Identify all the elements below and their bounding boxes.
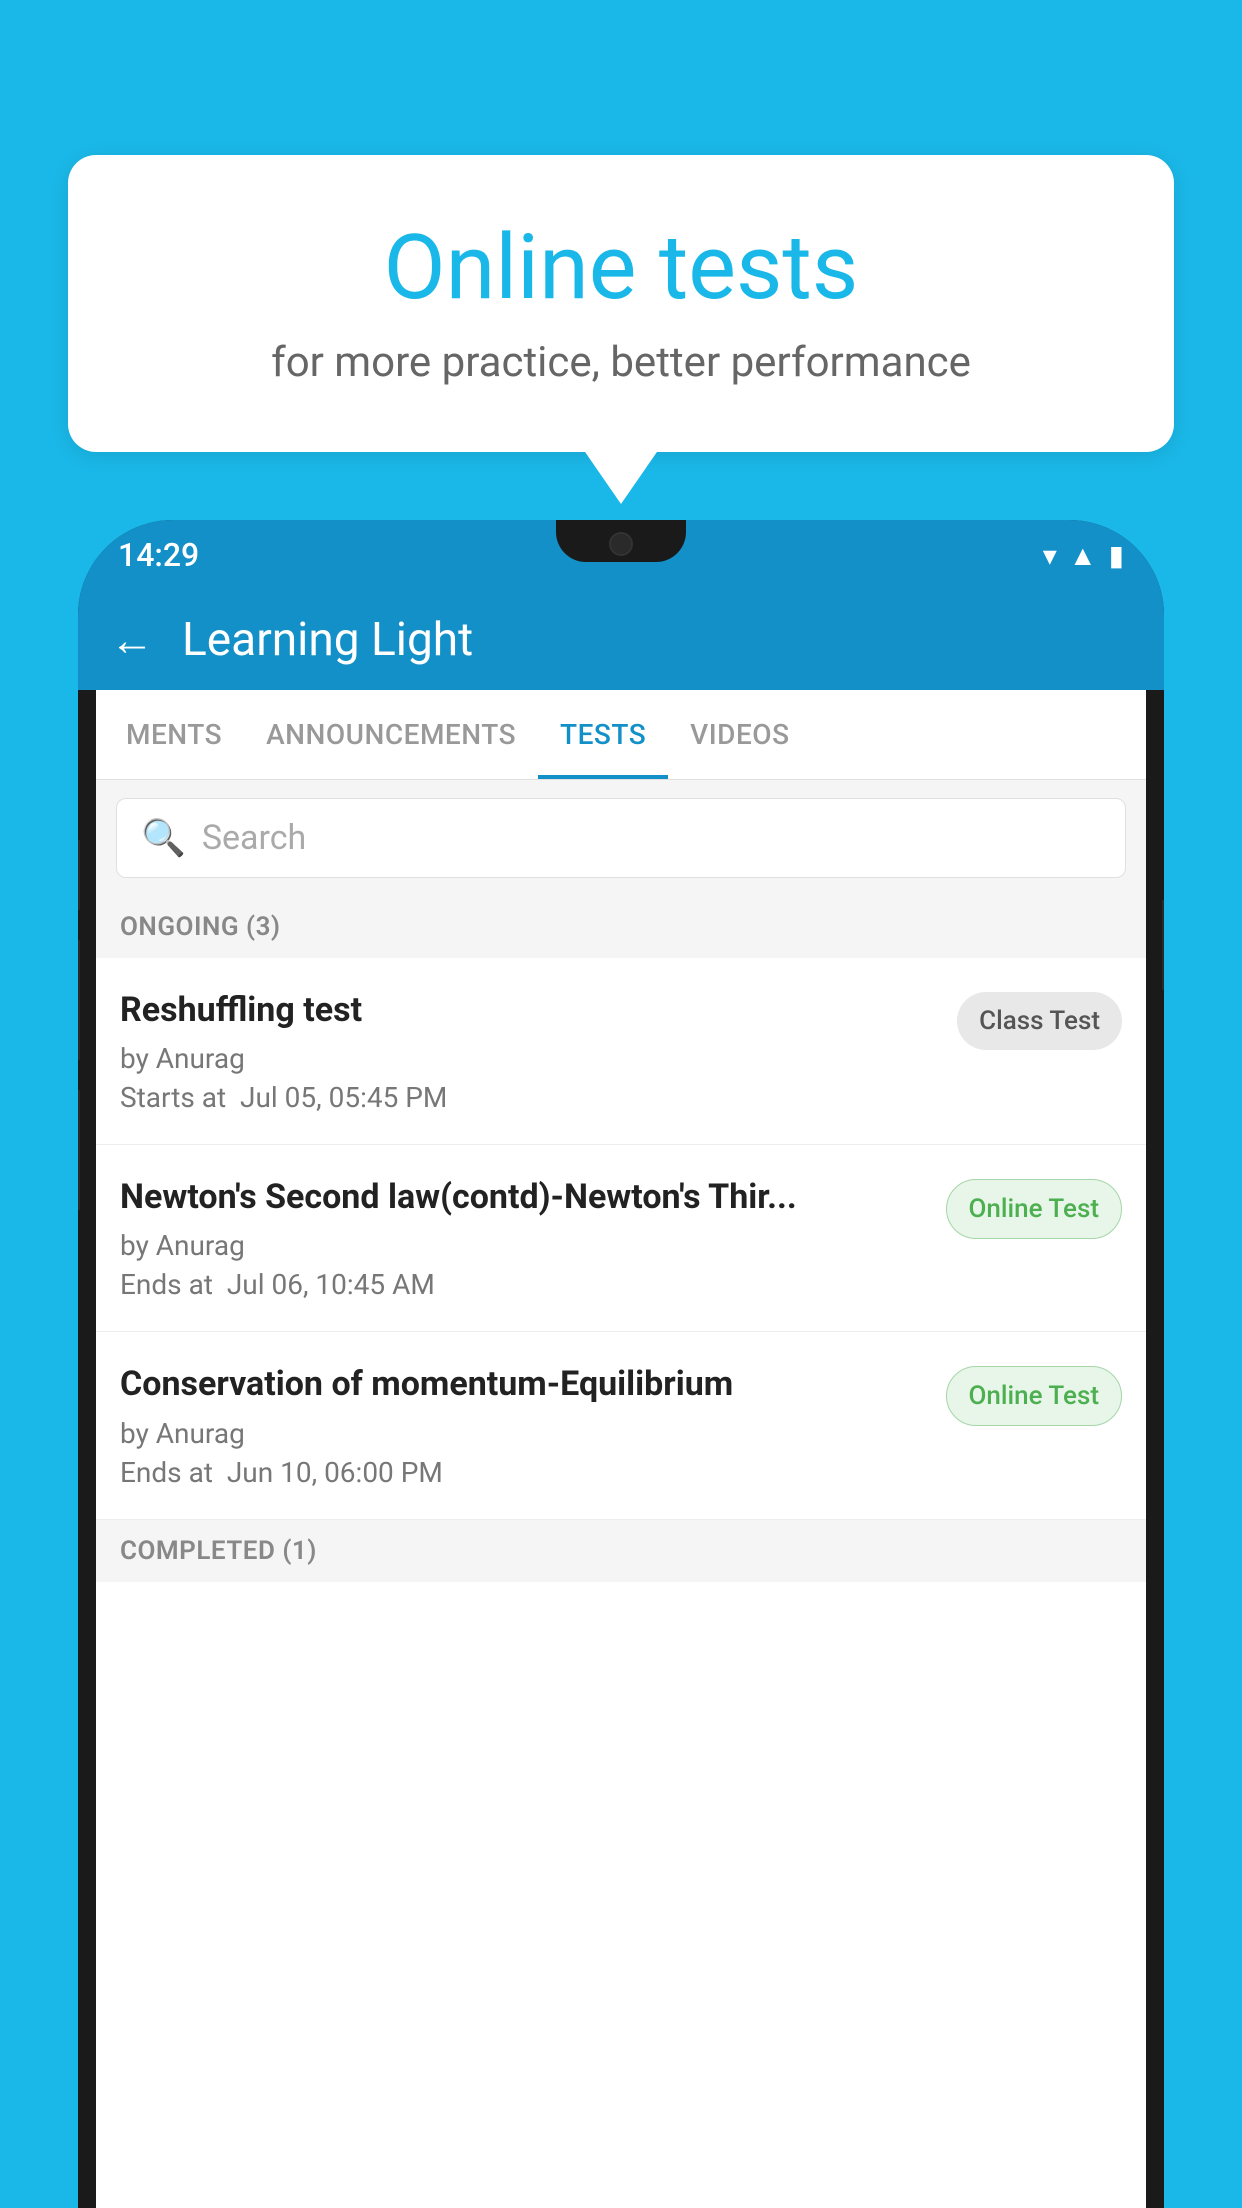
completed-section-label: COMPLETED (1) xyxy=(96,1520,1146,1582)
search-placeholder: Search xyxy=(202,818,306,858)
test-item[interactable]: Conservation of momentum-Equilibrium by … xyxy=(96,1332,1146,1519)
front-camera xyxy=(609,532,633,556)
app-header: ← Learning Light xyxy=(78,590,1164,690)
volume-up-button xyxy=(78,840,80,910)
app-title: Learning Light xyxy=(182,613,473,667)
bubble-subtitle: for more practice, better performance xyxy=(118,338,1124,387)
bubble-title: Online tests xyxy=(118,215,1124,320)
test-item[interactable]: Reshuffling test by Anurag Starts at Jul… xyxy=(96,958,1146,1145)
class-test-badge: Class Test xyxy=(957,992,1122,1050)
ongoing-section-label: ONGOING (3) xyxy=(96,896,1146,958)
back-button[interactable]: ← xyxy=(110,614,154,666)
speech-bubble: Online tests for more practice, better p… xyxy=(68,155,1174,452)
test-name: Conservation of momentum-Equilibrium xyxy=(120,1362,926,1406)
tab-tests[interactable]: TESTS xyxy=(538,690,668,779)
test-date: Starts at Jul 05, 05:45 PM xyxy=(120,1081,937,1114)
test-date: Ends at Jul 06, 10:45 AM xyxy=(120,1268,926,1301)
volume-down-button xyxy=(78,940,80,1060)
status-time: 14:29 xyxy=(118,536,199,574)
battery-icon: ▮ xyxy=(1109,539,1124,572)
silent-button xyxy=(78,1090,80,1210)
phone-frame: 14:29 ▾ ▲ ▮ ← Learning Light MENTS ANNOU… xyxy=(78,520,1164,2208)
search-container: 🔍 Search xyxy=(96,780,1146,896)
test-info: Reshuffling test by Anurag Starts at Jul… xyxy=(120,988,957,1114)
wifi-icon: ▾ xyxy=(1043,539,1057,572)
tab-announcements[interactable]: ANNOUNCEMENTS xyxy=(244,690,538,779)
signal-icon: ▲ xyxy=(1069,539,1097,572)
tabs-bar: MENTS ANNOUNCEMENTS TESTS VIDEOS xyxy=(96,690,1146,780)
tab-videos[interactable]: VIDEOS xyxy=(668,690,811,779)
test-list: Reshuffling test by Anurag Starts at Jul… xyxy=(96,958,1146,1520)
online-test-badge: Online Test xyxy=(946,1366,1123,1426)
search-icon: 🔍 xyxy=(141,817,186,859)
status-bar: 14:29 ▾ ▲ ▮ xyxy=(78,520,1164,590)
speech-bubble-container: Online tests for more practice, better p… xyxy=(68,155,1174,452)
test-author: by Anurag xyxy=(120,1417,926,1450)
status-icons: ▾ ▲ ▮ xyxy=(1043,539,1124,572)
search-bar[interactable]: 🔍 Search xyxy=(116,798,1126,878)
test-author: by Anurag xyxy=(120,1229,926,1262)
test-item[interactable]: Newton's Second law(contd)-Newton's Thir… xyxy=(96,1145,1146,1332)
phone-notch xyxy=(556,520,686,562)
test-name: Newton's Second law(contd)-Newton's Thir… xyxy=(120,1175,926,1219)
online-test-badge: Online Test xyxy=(946,1179,1123,1239)
test-date: Ends at Jun 10, 06:00 PM xyxy=(120,1456,926,1489)
test-info: Conservation of momentum-Equilibrium by … xyxy=(120,1362,946,1488)
test-info: Newton's Second law(contd)-Newton's Thir… xyxy=(120,1175,946,1301)
test-author: by Anurag xyxy=(120,1042,937,1075)
tab-ments[interactable]: MENTS xyxy=(104,690,244,779)
phone-screen: MENTS ANNOUNCEMENTS TESTS VIDEOS 🔍 Searc… xyxy=(96,690,1146,2208)
power-button xyxy=(1162,900,1164,990)
test-name: Reshuffling test xyxy=(120,988,937,1032)
